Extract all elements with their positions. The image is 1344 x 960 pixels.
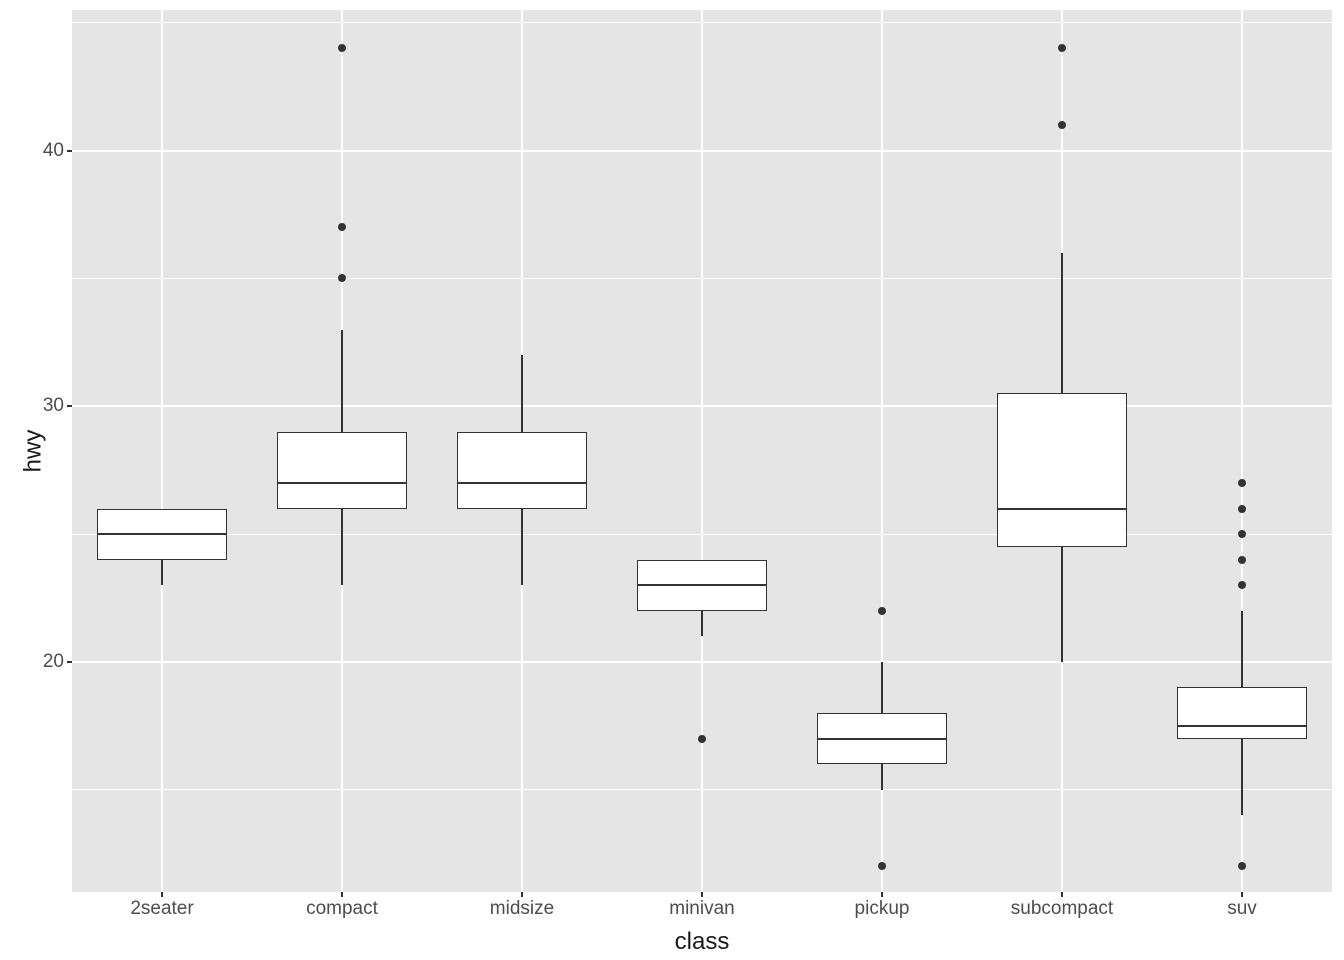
outlier-point xyxy=(338,223,346,231)
median-line xyxy=(277,482,407,484)
outlier-point xyxy=(338,274,346,282)
x-tick-mark xyxy=(341,892,343,897)
outlier-point xyxy=(1058,44,1066,52)
median-line xyxy=(997,508,1127,510)
median-line xyxy=(637,584,767,586)
outlier-point xyxy=(1238,505,1246,513)
box xyxy=(277,432,407,509)
whisker-upper xyxy=(341,330,343,432)
whisker-lower xyxy=(701,611,703,637)
outlier-point xyxy=(1238,530,1246,538)
whisker-upper xyxy=(881,662,883,713)
gridline-major-x xyxy=(161,10,163,892)
y-tick-label: 40 xyxy=(0,140,64,162)
y-tick-label: 30 xyxy=(0,395,64,417)
whisker-upper xyxy=(521,355,523,432)
plot-panel xyxy=(72,10,1332,892)
x-tick-mark xyxy=(701,892,703,897)
x-tick-label: suv xyxy=(1227,898,1257,920)
whisker-lower xyxy=(881,764,883,790)
outlier-point xyxy=(1238,581,1246,589)
x-axis-label: class xyxy=(72,928,1332,956)
outlier-point xyxy=(1238,862,1246,870)
x-tick-mark xyxy=(1061,892,1063,897)
median-line xyxy=(817,738,947,740)
whisker-upper xyxy=(1061,253,1063,394)
plot-wrapper: hwy class 20 30 40 2seater compact midsize min… xyxy=(0,0,1344,960)
x-tick-label: midsize xyxy=(490,898,554,920)
x-tick-mark xyxy=(881,892,883,897)
median-line xyxy=(97,533,227,535)
x-tick-label: 2seater xyxy=(130,898,193,920)
whisker-lower xyxy=(341,509,343,586)
whisker-upper xyxy=(1241,611,1243,688)
x-tick-mark xyxy=(161,892,163,897)
box xyxy=(997,393,1127,546)
x-tick-label: compact xyxy=(306,898,378,920)
median-line xyxy=(457,482,587,484)
y-tick-label: 20 xyxy=(0,651,64,673)
whisker-lower xyxy=(1061,547,1063,662)
box xyxy=(1177,687,1307,738)
whisker-lower xyxy=(521,509,523,586)
x-tick-mark xyxy=(1241,892,1243,897)
outlier-point xyxy=(878,607,886,615)
whisker-lower xyxy=(161,560,163,586)
outlier-point xyxy=(698,735,706,743)
outlier-point xyxy=(1238,479,1246,487)
x-tick-mark xyxy=(521,892,523,897)
y-tick-mark xyxy=(67,150,72,152)
y-axis-label: hwy xyxy=(19,430,47,473)
x-tick-label: minivan xyxy=(669,898,734,920)
median-line xyxy=(1177,725,1307,727)
y-tick-mark xyxy=(67,661,72,663)
outlier-point xyxy=(878,862,886,870)
outlier-point xyxy=(338,44,346,52)
x-tick-label: subcompact xyxy=(1011,898,1113,920)
outlier-point xyxy=(1238,556,1246,564)
x-tick-label: pickup xyxy=(855,898,910,920)
y-tick-mark xyxy=(67,405,72,407)
gridline-major-x xyxy=(701,10,703,892)
box xyxy=(457,432,587,509)
whisker-lower xyxy=(1241,739,1243,816)
outlier-point xyxy=(1058,121,1066,129)
